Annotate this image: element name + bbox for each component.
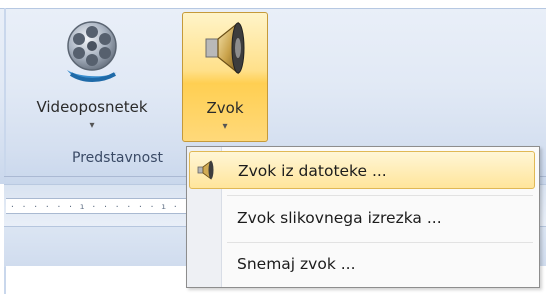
menu-separator <box>227 242 533 243</box>
speaker-icon <box>200 19 250 81</box>
sound-button-label: Zvok <box>206 99 244 117</box>
sound-dropdown-arrow-icon: ▾ <box>222 121 228 132</box>
video-dropdown-arrow-icon: ▾ <box>89 120 95 131</box>
horizontal-ruler[interactable]: · · · · · · ı · · · · · · ı · · · · · · <box>6 198 236 214</box>
menu-item-clip-art-sound[interactable]: Zvok slikovnega izrezka ... <box>189 199 535 237</box>
menu-item-sound-from-file[interactable]: Zvok iz datoteke ... <box>189 151 535 189</box>
media-group-label: Predstavnost <box>72 150 164 166</box>
sound-dropdown-menu: Zvok iz datoteke ... Zvok slikovnega izr… <box>186 146 540 288</box>
menu-item-label: Zvok slikovnega izrezka ... <box>237 209 442 227</box>
menu-item-label: Snemaj zvok ... <box>237 255 356 273</box>
sound-button[interactable]: Zvok ▾ <box>182 12 268 142</box>
window-top-edge <box>0 0 546 8</box>
menu-separator <box>227 195 533 196</box>
menu-item-label: Zvok iz datoteke ... <box>238 162 387 180</box>
video-button[interactable]: Videoposnetek ▾ <box>16 12 168 142</box>
film-reel-icon <box>57 18 127 92</box>
video-button-label: Videoposnetek <box>36 98 148 116</box>
speaker-small-icon <box>196 159 218 185</box>
menu-item-record-sound[interactable]: Snemaj zvok ... <box>189 245 535 283</box>
